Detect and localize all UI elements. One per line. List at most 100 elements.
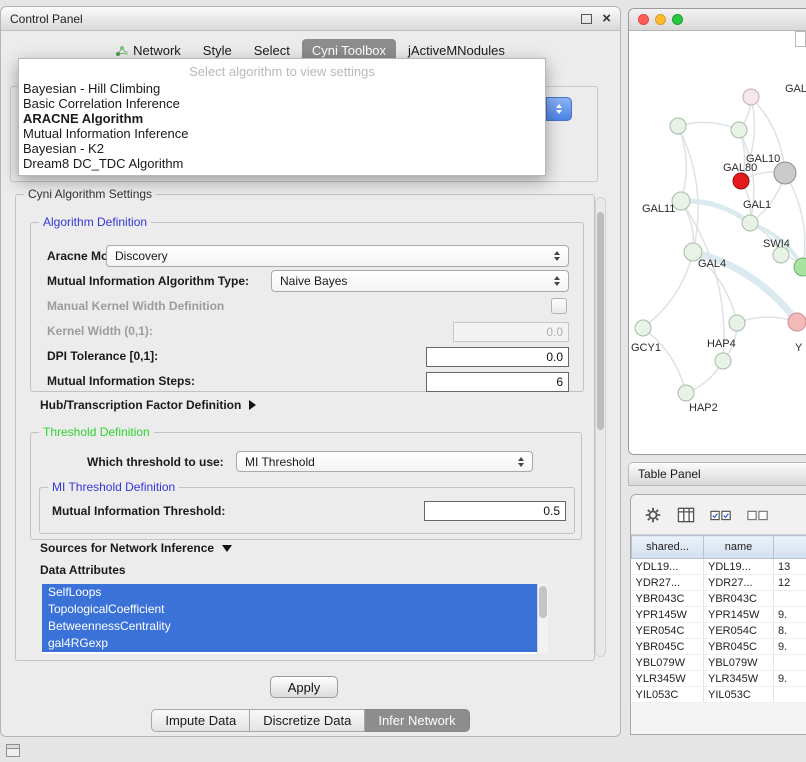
table-row[interactable]: YLR345WYLR345W9. xyxy=(632,671,806,687)
hub-transcription-factor-section[interactable]: Hub/Transcription Factor Definition xyxy=(40,398,256,412)
table-row[interactable]: YDR27...YDR27...12 xyxy=(632,575,806,591)
sources-for-network-inference-section[interactable]: Sources for Network Inference xyxy=(40,541,232,555)
table-row[interactable]: YBR043CYBR043C xyxy=(632,591,806,607)
manual-kernel-width-checkbox[interactable] xyxy=(551,298,567,314)
table-cell[interactable]: 9. xyxy=(774,671,806,687)
mi-threshold-input[interactable] xyxy=(424,501,566,521)
algorithm-option[interactable]: ARACNE Algorithm xyxy=(19,111,545,126)
algorithm-combo-arrow-button[interactable] xyxy=(546,97,572,121)
table-cell[interactable]: YBR045C xyxy=(704,639,774,655)
float-window-icon[interactable] xyxy=(581,14,592,24)
table-cell[interactable]: YDL19... xyxy=(704,559,774,575)
tab-impute-data[interactable]: Impute Data xyxy=(151,709,250,732)
algorithm-option[interactable]: Mutual Information Inference xyxy=(19,126,545,141)
attributes-list-scrollbar[interactable] xyxy=(537,584,548,654)
scrollbar-thumb[interactable] xyxy=(539,586,547,618)
table-cell[interactable]: YLR345W xyxy=(632,671,704,687)
table-cell[interactable]: YDR27... xyxy=(632,575,704,591)
table-cell[interactable] xyxy=(774,655,806,671)
algorithm-option[interactable]: Dream8 DC_TDC Algorithm xyxy=(19,156,545,171)
manual-kernel-width-label: Manual Kernel Width Definition xyxy=(47,299,224,313)
table-cell[interactable]: YIL053C xyxy=(632,687,704,703)
select-all-icon[interactable] xyxy=(710,508,732,522)
settings-scrollbar[interactable] xyxy=(595,197,606,657)
table-cell[interactable]: YPR145W xyxy=(704,607,774,623)
table-row[interactable]: YER054CYER054C8. xyxy=(632,623,806,639)
column-selector-icon[interactable] xyxy=(677,507,695,523)
table-cell[interactable]: YDL19... xyxy=(632,559,704,575)
minimize-traffic-light-icon[interactable] xyxy=(655,14,666,25)
network-node[interactable] xyxy=(742,215,758,231)
table-cell[interactable]: YDR27... xyxy=(704,575,774,591)
network-node[interactable] xyxy=(788,313,806,331)
column-header-shared-name[interactable]: shared... xyxy=(632,536,704,559)
algorithm-option[interactable]: Basic Correlation Inference xyxy=(19,96,545,111)
table-cell[interactable]: 12 xyxy=(774,575,806,591)
table-cell[interactable]: 9. xyxy=(774,639,806,655)
table-cell[interactable]: YBR043C xyxy=(632,591,704,607)
network-edge xyxy=(643,328,686,393)
table-cell[interactable]: YBR043C xyxy=(704,591,774,607)
data-attribute-item[interactable]: gal4RGexp xyxy=(42,635,538,652)
kernel-width-input xyxy=(453,322,569,342)
close-icon[interactable]: × xyxy=(602,11,611,26)
network-canvas[interactable]: GAL80GAL10GAL11GAL1SWI4GAL4GCY1HAP4HAP2G… xyxy=(629,31,806,455)
network-node[interactable] xyxy=(733,173,749,189)
table-cell[interactable] xyxy=(774,591,806,607)
table-row[interactable]: YPR145WYPR145W9. xyxy=(632,607,806,623)
table-cell[interactable]: YBL079W xyxy=(632,655,704,671)
network-edge xyxy=(681,201,724,361)
apply-button[interactable]: Apply xyxy=(270,676,338,698)
network-node[interactable] xyxy=(743,89,759,105)
minimized-panel-icon[interactable] xyxy=(6,744,20,757)
network-window-titlebar[interactable] xyxy=(629,9,806,31)
dpi-tolerance-input[interactable] xyxy=(426,347,569,367)
zoom-traffic-light-icon[interactable] xyxy=(672,14,683,25)
table-row[interactable]: YIL053CYIL053C xyxy=(632,687,806,703)
control-panel-titlebar[interactable]: Control Panel × xyxy=(1,7,620,31)
data-attribute-item[interactable]: TopologicalCoefficient xyxy=(42,601,538,618)
table-panel-titlebar[interactable]: Table Panel xyxy=(628,462,806,486)
table-cell[interactable]: YLR345W xyxy=(704,671,774,687)
tab-discretize-data[interactable]: Discretize Data xyxy=(250,709,365,732)
network-node[interactable] xyxy=(670,118,686,134)
mi-algorithm-type-select[interactable]: Naive Bayes xyxy=(271,270,569,292)
table-cell[interactable]: YER054C xyxy=(704,623,774,639)
column-header-partial[interactable] xyxy=(774,536,806,559)
data-attributes-list[interactable]: SelfLoopsTopologicalCoefficientBetweenne… xyxy=(42,584,548,654)
data-attribute-item[interactable]: SelfLoops xyxy=(42,584,538,601)
scrollbar-thumb[interactable] xyxy=(597,212,604,430)
mi-steps-input[interactable] xyxy=(426,372,569,392)
network-node[interactable] xyxy=(774,162,796,184)
network-scrollbar-fragment[interactable] xyxy=(795,31,806,47)
data-attribute-item[interactable]: BetweennessCentrality xyxy=(42,618,538,635)
tab-infer-network[interactable]: Infer Network xyxy=(365,709,469,732)
network-node[interactable] xyxy=(715,353,731,369)
table-header-row: shared... name xyxy=(632,536,806,559)
table-cell[interactable]: 13 xyxy=(774,559,806,575)
table-cell[interactable]: YBR045C xyxy=(632,639,704,655)
network-node[interactable] xyxy=(678,385,694,401)
clear-selection-icon[interactable] xyxy=(747,508,769,522)
column-header-name[interactable]: name xyxy=(704,536,774,559)
table-cell[interactable]: YER054C xyxy=(632,623,704,639)
table-row[interactable]: YDL19...YDL19...13 xyxy=(632,559,806,575)
algorithm-option[interactable]: Bayesian - Hill Climbing xyxy=(19,81,545,96)
network-node[interactable] xyxy=(729,315,745,331)
network-node[interactable] xyxy=(731,122,747,138)
which-threshold-select[interactable]: MI Threshold xyxy=(236,451,533,472)
table-cell[interactable]: 9. xyxy=(774,607,806,623)
aracne-mode-select[interactable]: Discovery xyxy=(106,245,569,267)
table-cell[interactable]: YBL079W xyxy=(704,655,774,671)
algorithm-option[interactable]: Bayesian - K2 xyxy=(19,141,545,156)
table-cell[interactable]: YIL053C xyxy=(704,687,774,703)
close-traffic-light-icon[interactable] xyxy=(638,14,649,25)
table-row[interactable]: YBR045CYBR045C9. xyxy=(632,639,806,655)
table-cell[interactable]: 8. xyxy=(774,623,806,639)
gear-icon[interactable] xyxy=(644,506,662,524)
table-cell[interactable]: YPR145W xyxy=(632,607,704,623)
table-cell[interactable] xyxy=(774,687,806,703)
cyni-algorithm-settings-group: Cyni Algorithm Settings Algorithm Defini… xyxy=(15,194,595,661)
network-node[interactable] xyxy=(635,320,651,336)
table-row[interactable]: YBL079WYBL079W xyxy=(632,655,806,671)
